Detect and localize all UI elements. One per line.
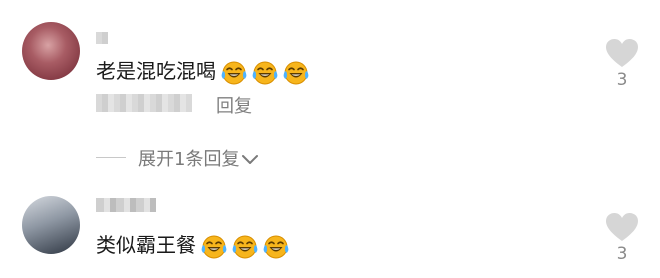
reply-button[interactable]: 回复: [216, 92, 252, 118]
comment-text: 老是混吃混喝: [96, 58, 309, 84]
like-count: 3: [616, 244, 628, 264]
avatar[interactable]: [22, 196, 80, 254]
laughing-crying-emoji-icon: [252, 60, 278, 86]
like-button[interactable]: [605, 38, 639, 72]
like-count: 3: [616, 70, 628, 90]
expand-replies-label: 展开1条回复: [138, 149, 240, 170]
heart-icon: [606, 39, 638, 67]
avatar[interactable]: [22, 22, 80, 80]
username-redacted[interactable]: [96, 198, 156, 212]
laughing-crying-emoji-icon: [232, 234, 258, 260]
laughing-crying-emoji-icon: [221, 60, 247, 86]
heart-icon: [606, 213, 638, 241]
comment-body: 老是混吃混喝: [96, 59, 216, 83]
divider: [96, 157, 126, 158]
laughing-crying-emoji-icon: [201, 234, 227, 260]
expand-replies-button[interactable]: 展开1条回复: [138, 145, 259, 171]
laughing-crying-emoji-icon: [283, 60, 309, 86]
like-button[interactable]: [605, 212, 639, 246]
timestamp-redacted: [96, 94, 192, 112]
chevron-down-icon: [242, 155, 259, 164]
comment-text: 类似霸王餐: [96, 232, 289, 258]
comment-body: 类似霸王餐: [96, 233, 196, 257]
laughing-crying-emoji-icon: [263, 234, 289, 260]
username-redacted[interactable]: [96, 32, 108, 44]
